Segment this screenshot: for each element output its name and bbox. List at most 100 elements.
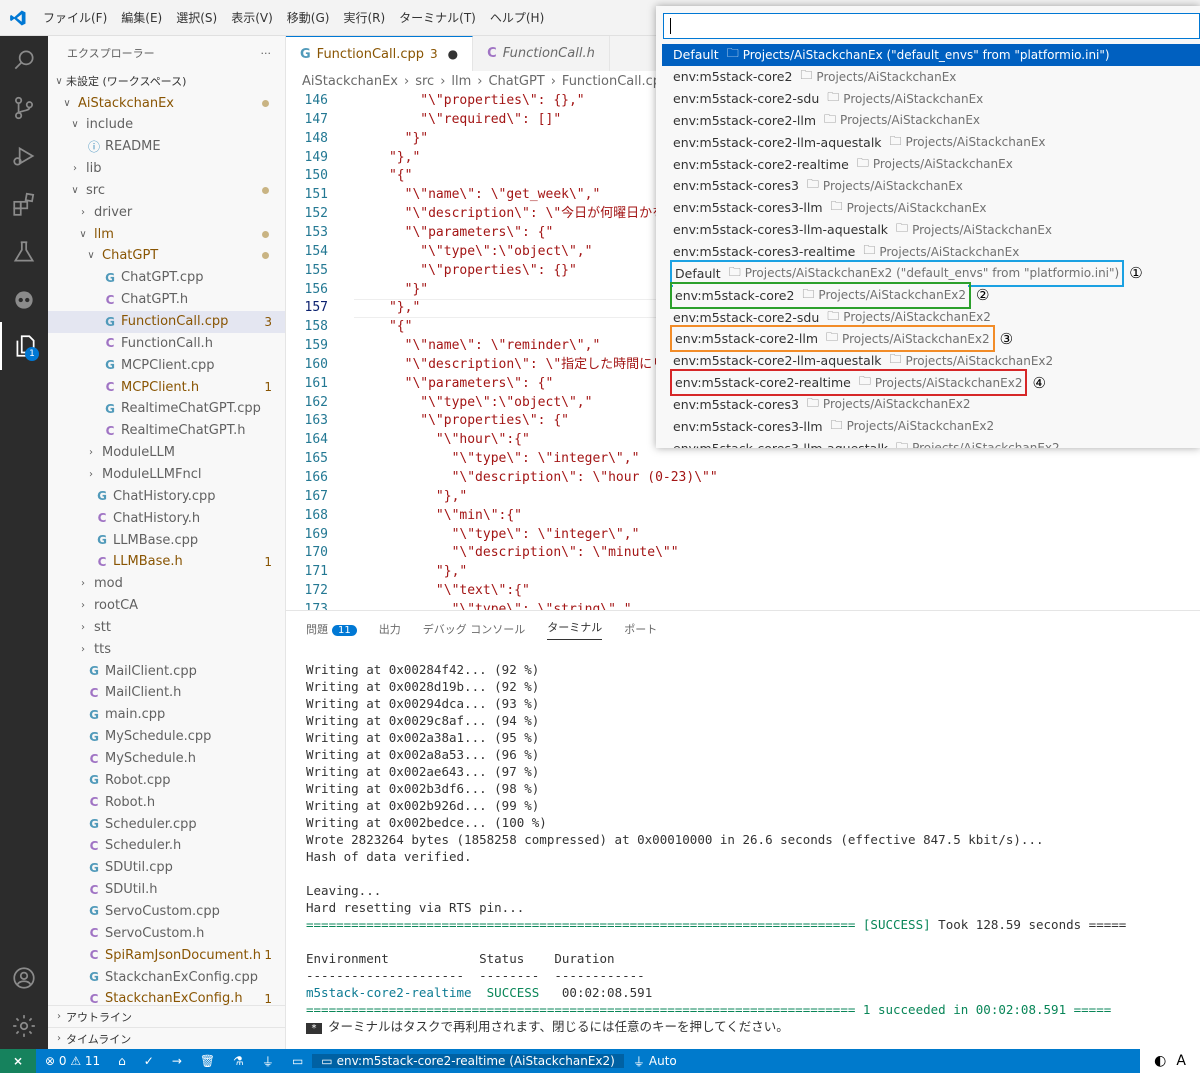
tab-functioncall-cpp[interactable]: G FunctionCall.cpp 3 ● <box>286 36 474 71</box>
env-option[interactable]: Default 🗀 Projects/AiStackchanEx2 ("defaul… <box>662 259 1200 287</box>
tree-item[interactable]: G MCPClient.cpp <box>48 354 285 376</box>
timeline-section[interactable]: › タイムライン <box>48 1027 285 1049</box>
menu-item[interactable]: 移動(G) <box>280 0 337 36</box>
tab-problems[interactable]: 問題 11 <box>306 621 357 637</box>
tree-item[interactable]: G Scheduler.cpp <box>48 813 285 835</box>
env-option[interactable]: env:m5stack-cores3 🗀 Projects/AiStackchanE… <box>662 175 1200 197</box>
tree-item[interactable]: G MailClient.cpp <box>48 660 285 682</box>
env-option[interactable]: env:m5stack-core2-llm-aquestalk 🗀 Projects… <box>662 131 1200 153</box>
unsaved-dot-icon[interactable]: ● <box>448 47 458 61</box>
tree-item[interactable]: ∨ src <box>48 179 285 201</box>
menu-item[interactable]: ファイル(F) <box>36 0 114 36</box>
terminal-icon[interactable]: ▭ <box>283 1054 312 1068</box>
tree-item[interactable]: ⓘ README <box>48 136 285 158</box>
env-option[interactable]: env:m5stack-cores3-realtime 🗀 Projects/AiS… <box>662 241 1200 263</box>
home-icon[interactable]: ⌂ <box>109 1054 135 1068</box>
env-option[interactable]: env:m5stack-cores3-llm-aquestalk 🗀Project… <box>662 219 1200 241</box>
menu-item[interactable]: ヘルプ(H) <box>483 0 551 36</box>
tree-item[interactable]: C Robot.h <box>48 791 285 813</box>
tab-terminal[interactable]: ターミナル <box>547 619 603 640</box>
outline-section[interactable]: › アウトライン <box>48 1005 285 1027</box>
tab-ports[interactable]: ポート <box>624 621 657 637</box>
tree-item[interactable]: C MailClient.h <box>48 682 285 704</box>
tree-item[interactable]: G StackchanExConfig.cpp <box>48 966 285 988</box>
tree-item[interactable]: › rootCA <box>48 595 285 617</box>
quick-pick-input[interactable] <box>663 13 1200 39</box>
tree-item[interactable]: C ChatHistory.h <box>48 507 285 529</box>
breadcrumb-item[interactable]: llm <box>451 74 471 89</box>
tree-item[interactable]: › stt <box>48 616 285 638</box>
env-option[interactable]: env:m5stack-cores3 🗀 Projects/AiStackchanE… <box>662 394 1200 416</box>
env-option[interactable]: Default 🗀 Projects/AiStackchanEx ("default… <box>662 44 1200 66</box>
tree-item[interactable]: C SDUtil.h <box>48 879 285 901</box>
menu-item[interactable]: 実行(R) <box>336 0 392 36</box>
upload-arrow-icon[interactable]: → <box>163 1054 191 1068</box>
env-option[interactable]: env:m5stack-core2-llm 🗀 Projects/AiStackch… <box>662 325 1200 353</box>
tree-item[interactable]: G Robot.cpp <box>48 769 285 791</box>
more-actions-icon[interactable]: ··· <box>261 47 272 60</box>
serial-plug-icon[interactable]: ⏚ <box>253 1053 283 1070</box>
workspace-row[interactable]: ∨ 未設定 (ワークスペース) <box>48 70 285 92</box>
menu-item[interactable]: 選択(S) <box>169 0 224 36</box>
env-option[interactable]: env:m5stack-cores3-llm 🗀 Projects/AiStackc… <box>662 415 1200 437</box>
tree-item[interactable]: ∨ llm <box>48 223 285 245</box>
tree-item[interactable]: C ServoCustom.h <box>48 922 285 944</box>
tree-item[interactable]: G FunctionCall.cpp 3 <box>48 310 285 333</box>
problems-status[interactable]: ⊗ 0 ⚠ 11 <box>36 1054 109 1068</box>
menu-item[interactable]: 編集(E) <box>114 0 169 36</box>
clean-trash-icon[interactable]: 🗑 <box>191 1054 224 1068</box>
tab-output[interactable]: 出力 <box>379 621 401 637</box>
env-option[interactable]: env:m5stack-core2-sdu 🗀 Projects/AiStackch… <box>662 306 1200 328</box>
tree-item[interactable]: G RealtimeChatGPT.cpp <box>48 398 285 420</box>
tab-debug-console[interactable]: デバッグ コンソール <box>423 621 526 637</box>
env-option[interactable]: env:m5stack-core2 🗀 Projects/AiStackchanEx <box>662 66 1200 88</box>
tree-item[interactable]: › mod <box>48 573 285 595</box>
tree-item[interactable]: C MySchedule.h <box>48 748 285 770</box>
remote-icon[interactable]: ⨯ <box>0 1049 36 1073</box>
account-icon[interactable] <box>0 954 48 1002</box>
tree-item[interactable]: ∨ include <box>48 114 285 136</box>
auto-port-switcher[interactable]: ⏚ Auto <box>624 1053 686 1070</box>
tree-item[interactable]: › ModuleLLM <box>48 442 285 464</box>
tree-item[interactable]: ∨ AiStackchanEx <box>48 92 285 114</box>
tree-item[interactable]: G SDUtil.cpp <box>48 857 285 879</box>
tree-item[interactable]: C FunctionCall.h <box>48 332 285 354</box>
testing-flask-icon[interactable] <box>0 228 48 276</box>
breadcrumb-item[interactable]: ChatGPT <box>488 74 544 89</box>
env-option[interactable]: env:m5stack-core2-llm-aquestalk 🗀 Projects… <box>662 350 1200 372</box>
tree-item[interactable]: › driver <box>48 201 285 223</box>
menu-item[interactable]: 表示(V) <box>224 0 280 36</box>
run-debug-icon[interactable] <box>0 132 48 180</box>
tree-item[interactable]: C SpiRamJsonDocument.h 1 <box>48 944 285 966</box>
source-control-icon[interactable] <box>0 84 48 132</box>
explorer-files-icon[interactable]: 1 <box>0 322 48 370</box>
platformio-alien-icon[interactable] <box>0 276 48 324</box>
tree-item[interactable]: G MySchedule.cpp <box>48 726 285 748</box>
tree-item[interactable]: C Scheduler.h <box>48 835 285 857</box>
breadcrumb-item[interactable]: AiStackchanEx <box>302 74 398 89</box>
tree-item[interactable]: G ChatGPT.cpp <box>48 267 285 289</box>
tree-item[interactable]: › tts <box>48 638 285 660</box>
tree-item[interactable]: ∨ ChatGPT <box>48 245 285 267</box>
tree-item[interactable]: G LLMBase.cpp <box>48 529 285 551</box>
tab-functioncall-h[interactable]: C FunctionCall.h <box>473 36 610 71</box>
tree-item[interactable]: C ChatGPT.h <box>48 289 285 311</box>
explorer-search-icon[interactable] <box>0 36 48 84</box>
tree-item[interactable]: › ModuleLLMFncl <box>48 463 285 485</box>
breadcrumb-item[interactable]: FunctionCall.cpp <box>562 74 669 89</box>
menu-item[interactable]: ターミナル(T) <box>392 0 483 36</box>
settings-gear-icon[interactable] <box>0 1002 48 1050</box>
env-option[interactable]: env:m5stack-core2-sdu 🗀 Projects/AiStackch… <box>662 88 1200 110</box>
tree-item[interactable]: G ChatHistory.cpp <box>48 485 285 507</box>
extensions-icon[interactable] <box>0 180 48 228</box>
env-option[interactable]: env:m5stack-cores3-llm-aquestalk 🗀Project… <box>662 437 1200 448</box>
env-option[interactable]: env:m5stack-core2 🗀 Projects/AiStackchanEx… <box>662 281 1200 309</box>
tree-item[interactable]: › lib <box>48 158 285 180</box>
env-option[interactable]: env:m5stack-core2-realtime 🗀 Projects/AiSt… <box>662 153 1200 175</box>
env-option[interactable]: env:m5stack-core2-llm 🗀 Projects/AiStackch… <box>662 110 1200 132</box>
tree-item[interactable]: C RealtimeChatGPT.h <box>48 420 285 442</box>
build-check-icon[interactable]: ✓ <box>135 1054 163 1068</box>
tree-item[interactable]: G ServoCustom.cpp <box>48 900 285 922</box>
tree-item[interactable]: Gmain.cpp <box>48 704 285 726</box>
breadcrumb-item[interactable]: src <box>415 74 434 89</box>
